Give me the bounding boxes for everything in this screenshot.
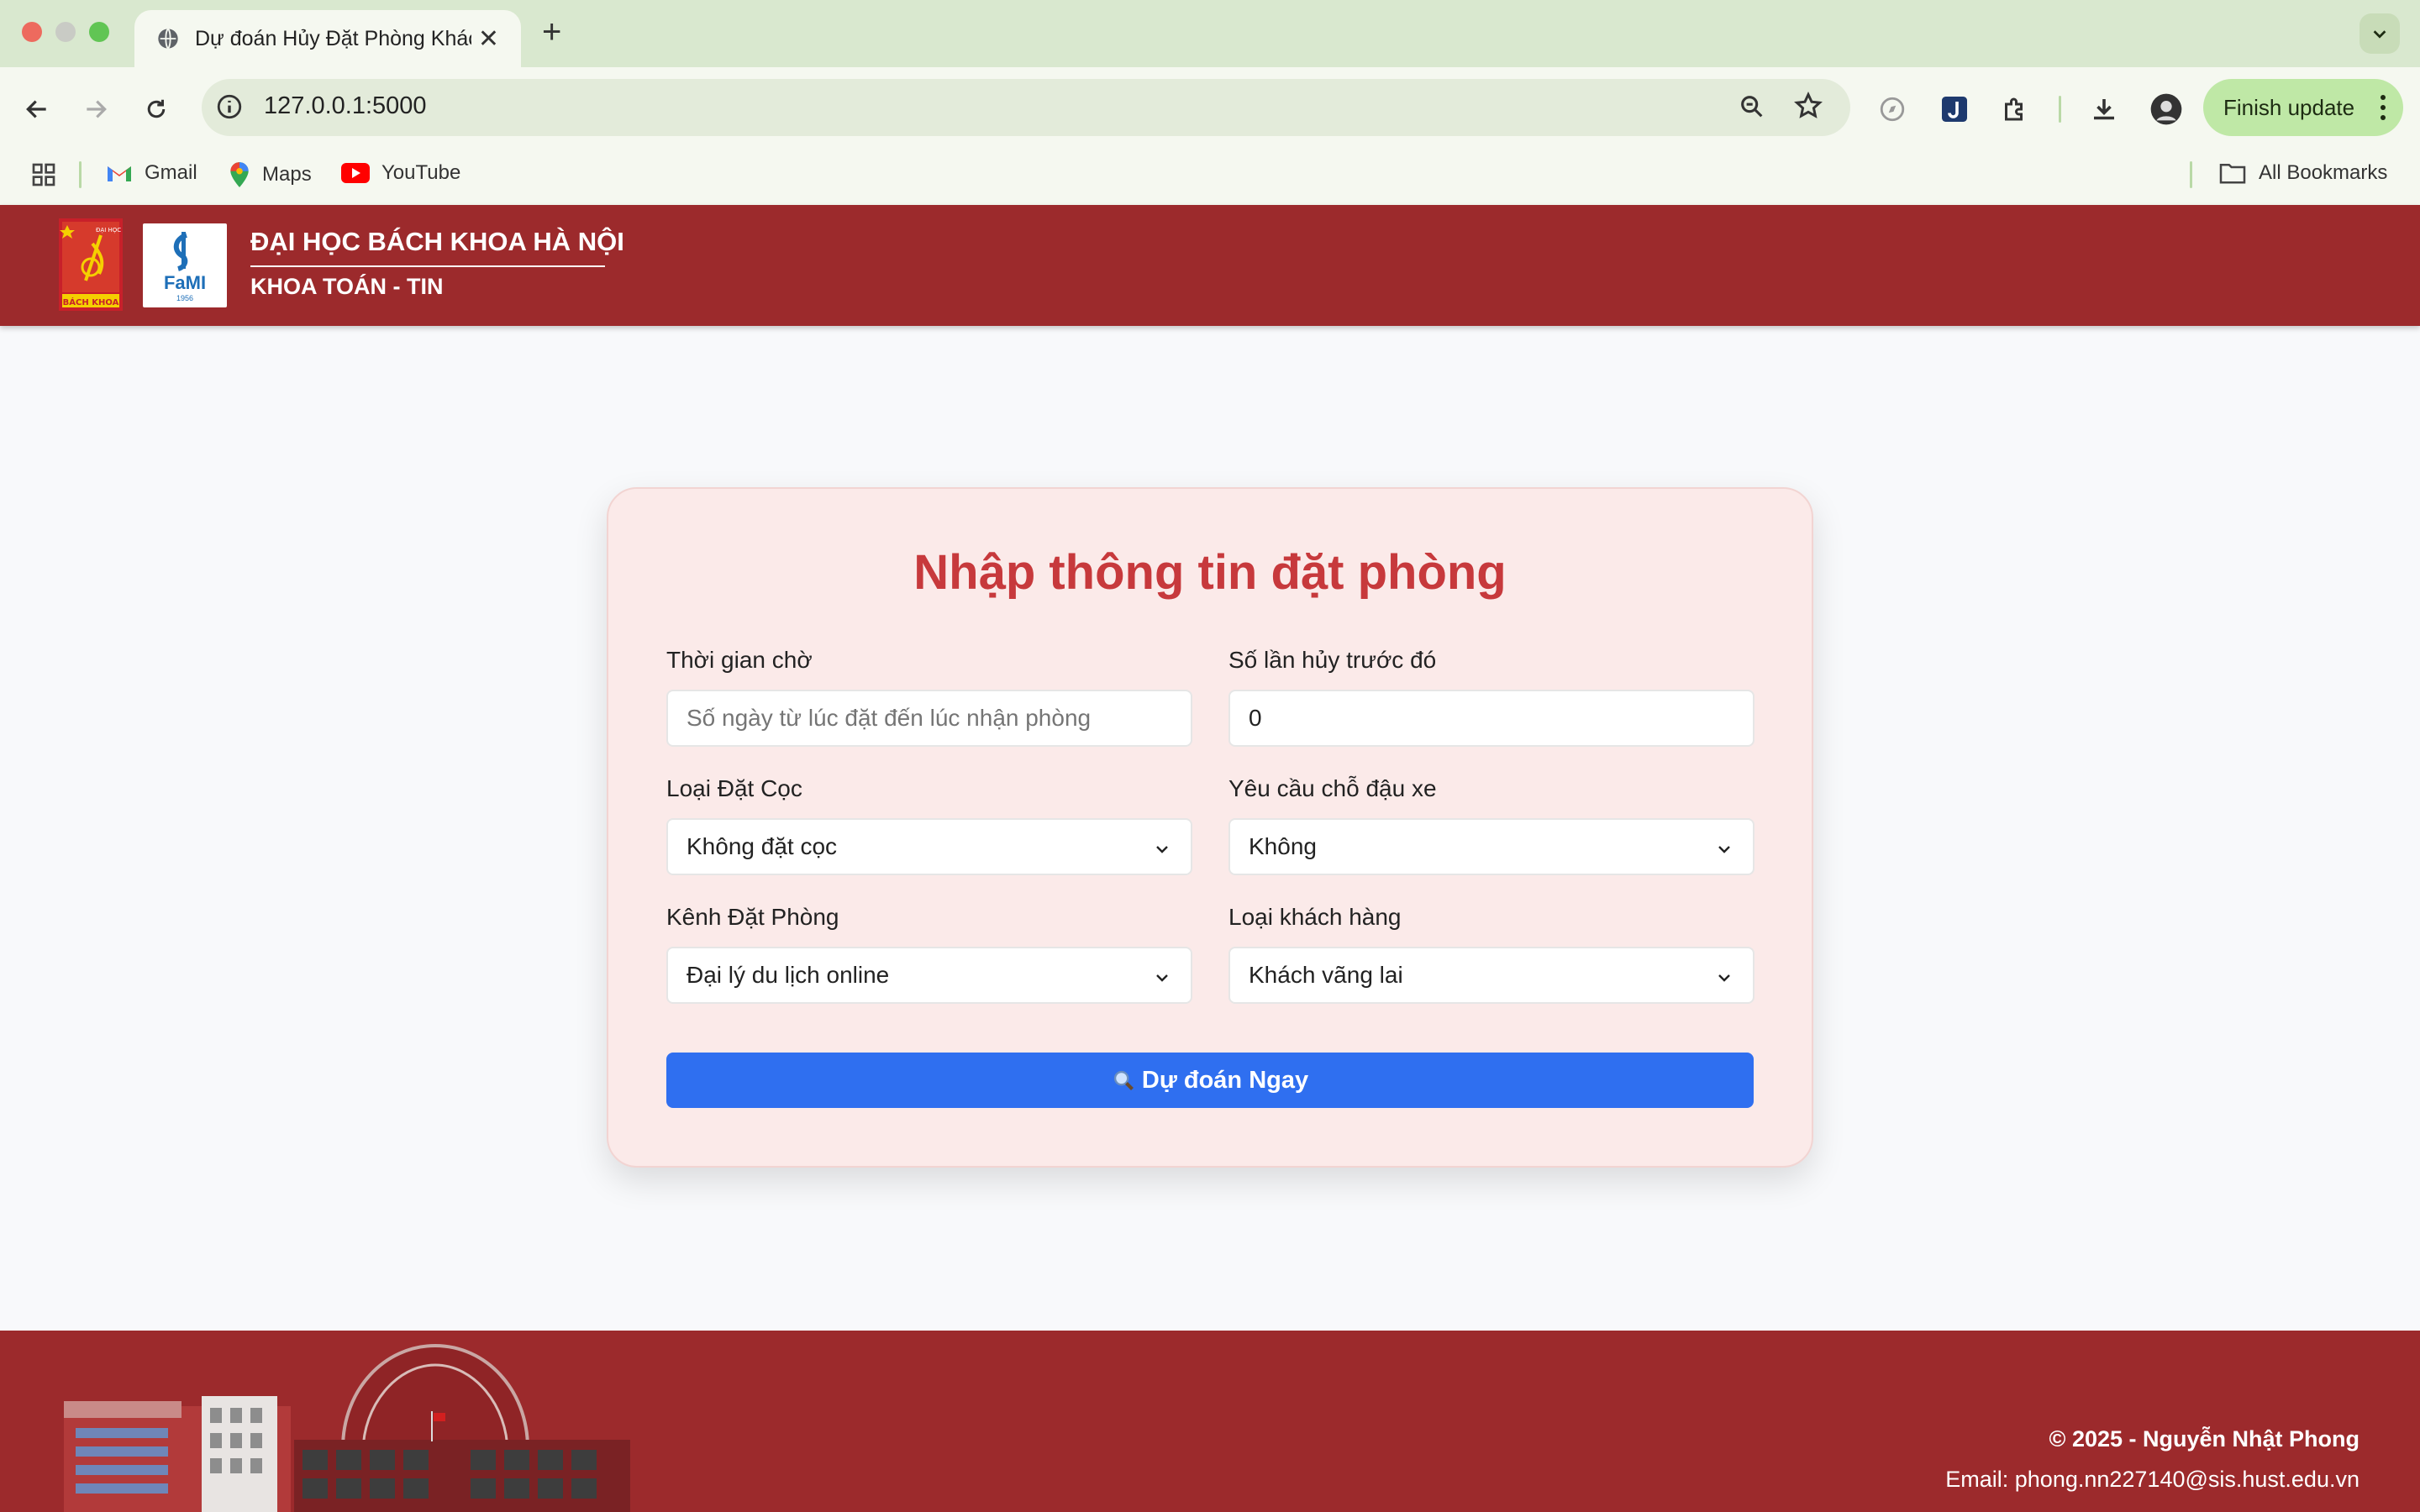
tab-title: Dự đoán Hủy Đặt Phòng Khác — [195, 26, 471, 50]
site-info-icon[interactable] — [215, 92, 244, 121]
campus-building-illustration — [64, 1343, 630, 1512]
bookmark-youtube-label: YouTube — [381, 161, 461, 184]
logo2-text: FaMI — [164, 272, 206, 293]
magnifier-icon — [1112, 1068, 1135, 1092]
apps-grid-icon[interactable] — [30, 161, 57, 188]
globe-icon — [156, 27, 180, 50]
gmail-icon — [106, 163, 133, 183]
bookmarks-divider — [79, 161, 82, 188]
bookmark-youtube[interactable]: YouTube — [341, 161, 460, 185]
customer-type-value: Khách vãng lai — [1249, 962, 1403, 988]
jira-extension-icon[interactable] — [1934, 89, 1975, 129]
customer-type-label: Loại khách hàng — [1228, 904, 1402, 930]
bookmark-gmail[interactable]: Gmail — [106, 161, 197, 185]
footer-copyright: © 2025 - Nguyễn Nhật Phong — [2049, 1426, 2360, 1452]
chevron-down-icon — [1714, 838, 1734, 865]
logo1-bottom-text: BÁCH KHOA — [63, 297, 119, 307]
prev-cancel-value: 0 — [1249, 705, 1262, 731]
reload-icon[interactable] — [138, 91, 175, 128]
toolbar-divider — [2059, 96, 2061, 123]
deposit-value: Không đặt cọc — [687, 833, 838, 859]
channel-value: Đại lý du lịch online — [687, 962, 890, 988]
maps-icon — [229, 161, 250, 188]
parking-label: Yêu cầu chỗ đậu xe — [1228, 775, 1437, 801]
predict-button[interactable]: Dự đoán Ngay — [666, 1053, 1754, 1108]
predict-button-label: Dự đoán Ngay — [1141, 1066, 1309, 1094]
youtube-icon — [341, 163, 370, 183]
maximize-window-button[interactable] — [89, 22, 109, 42]
chevron-down-icon — [1152, 967, 1172, 994]
folder-icon — [2218, 161, 2247, 185]
chevron-down-icon — [2373, 30, 2386, 39]
profile-avatar-icon[interactable] — [2146, 89, 2186, 129]
all-bookmarks-label: All Bookmarks — [2259, 161, 2388, 184]
chevron-down-icon — [1714, 967, 1734, 994]
parking-select[interactable]: Không — [1228, 818, 1754, 875]
back-arrow-icon[interactable] — [18, 91, 55, 128]
forward-arrow-icon[interactable] — [77, 91, 114, 128]
download-icon[interactable] — [2084, 89, 2124, 129]
chevron-down-icon — [1152, 838, 1172, 865]
browser-tab[interactable]: Dự đoán Hủy Đặt Phòng Khác ✕ — [134, 10, 521, 67]
extensions-puzzle-icon[interactable] — [1995, 89, 2035, 129]
zoom-icon[interactable] — [1738, 92, 1766, 121]
bookmark-maps[interactable]: Maps — [229, 161, 312, 188]
university-name: ĐẠI HỌC BÁCH KHOA HÀ NỘI — [250, 227, 624, 256]
deposit-label: Loại Đặt Cọc — [666, 775, 802, 801]
address-bar[interactable] — [202, 79, 1850, 136]
customer-type-select[interactable]: Khách vãng lai — [1228, 947, 1754, 1004]
logo2-year: 1956 — [176, 294, 193, 302]
url-text[interactable]: 127.0.0.1:5000 — [264, 92, 427, 120]
bookmarks-divider-right — [2190, 161, 2192, 188]
parking-value: Không — [1249, 833, 1317, 859]
prev-cancel-label: Số lần hủy trước đó — [1228, 647, 1437, 673]
finish-update-label: Finish update — [2223, 94, 2355, 120]
logo1-top-text: ĐẠI HỌC — [96, 227, 121, 234]
channel-select[interactable]: Đại lý du lịch online — [666, 947, 1192, 1004]
finish-update-button[interactable]: Finish update — [2203, 79, 2403, 136]
bookmark-maps-label: Maps — [262, 163, 312, 186]
header-underline — [250, 265, 605, 267]
all-bookmarks-button[interactable]: All Bookmarks — [2218, 161, 2387, 185]
fami-logo[interactable]: FaMI 1956 — [143, 223, 227, 307]
footer-email: Email: phong.nn227140@sis.hust.edu.vn — [1945, 1467, 2360, 1492]
department-name: KHOA TOÁN - TIN — [250, 274, 444, 299]
deposit-select[interactable]: Không đặt cọc — [666, 818, 1192, 875]
form-title: Nhập thông tin đặt phòng — [913, 545, 1507, 600]
lead-time-input[interactable] — [666, 690, 1192, 747]
tab-search-button[interactable] — [2360, 13, 2400, 54]
prev-cancel-input[interactable]: 0 — [1228, 690, 1754, 747]
close-window-button[interactable] — [22, 22, 42, 42]
bookmark-gmail-label: Gmail — [145, 161, 197, 184]
bookmark-star-icon[interactable] — [1793, 91, 1823, 121]
tab-close-icon[interactable]: ✕ — [478, 24, 499, 54]
channel-label: Kênh Đặt Phòng — [666, 904, 839, 930]
hust-logo[interactable]: ĐẠI HỌC BÁCH KHOA — [59, 218, 123, 311]
kebab-menu-icon[interactable] — [2380, 94, 2386, 121]
minimize-window-button[interactable] — [55, 22, 76, 42]
compass-extension-icon[interactable] — [1872, 89, 1912, 129]
lead-time-label: Thời gian chờ — [666, 647, 813, 673]
new-tab-icon[interactable]: + — [542, 13, 561, 51]
